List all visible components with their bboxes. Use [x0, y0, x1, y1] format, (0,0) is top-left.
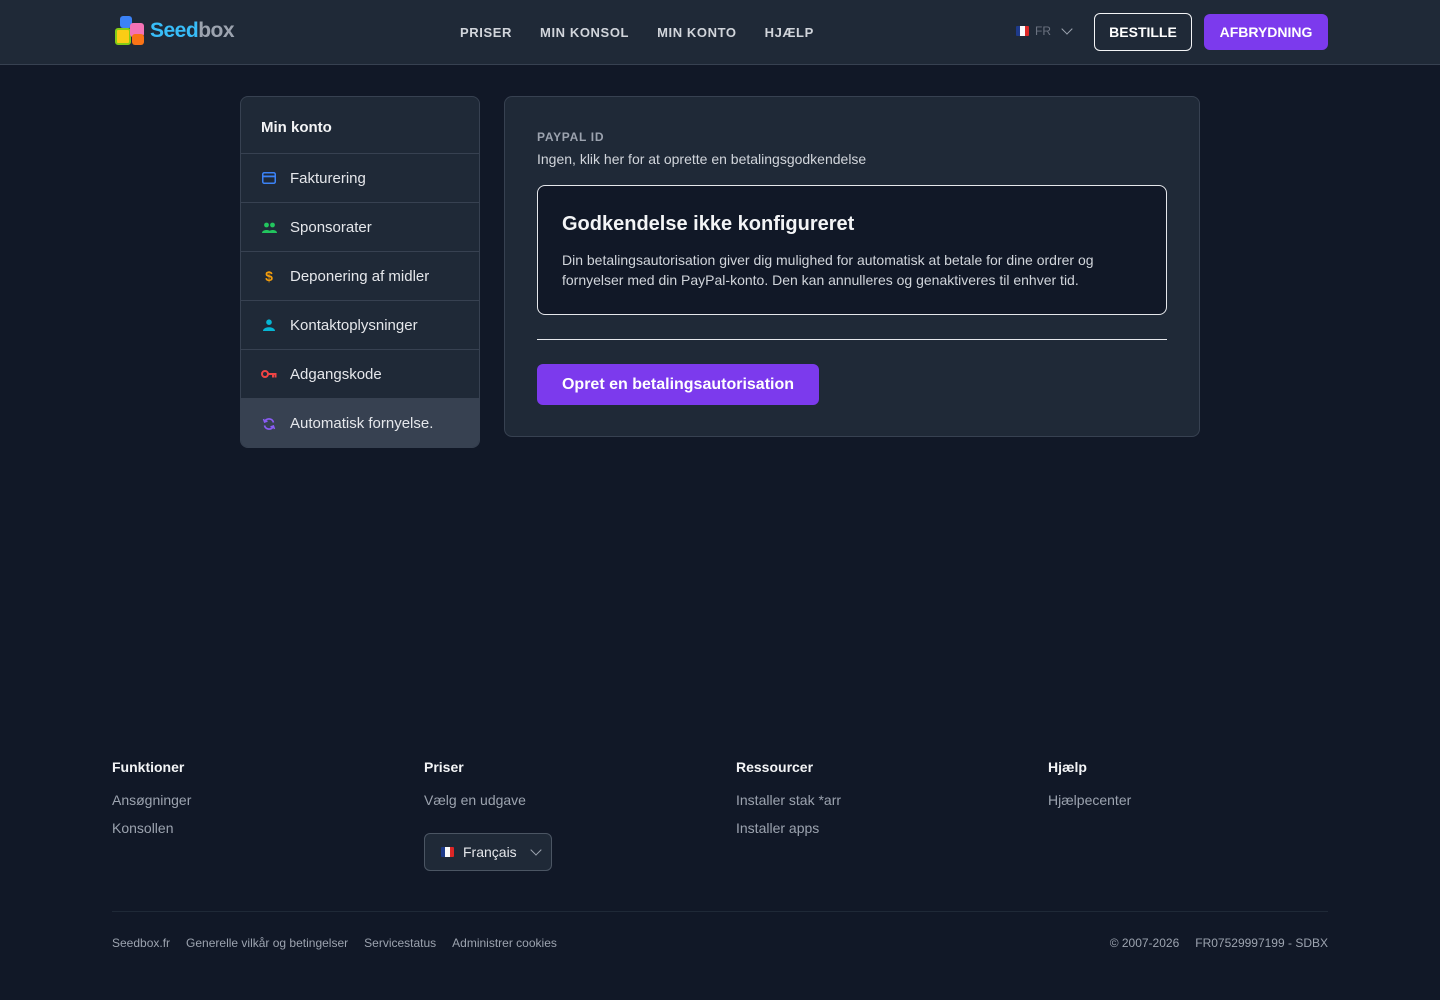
language-switcher[interactable]: FR [1016, 23, 1073, 38]
sidebar-item-label: Deponering af midler [290, 267, 430, 285]
notice-text: Din betalingsautorisation giver dig muli… [562, 252, 1094, 288]
footer-column-help: Hjælp Hjælpecenter [1048, 759, 1131, 819]
seedbox-logo[interactable]: Seedbox [112, 14, 247, 48]
refresh-icon [261, 416, 277, 432]
footer-column-title: Hjælp [1048, 759, 1087, 775]
footer-column-title: Priser [424, 759, 464, 775]
paypal-id-label: PAYPAL ID [537, 130, 605, 144]
nav-link-priser[interactable]: PRISER [460, 25, 512, 40]
french-flag-icon [1016, 26, 1029, 36]
sidebar-item-sponsorships[interactable]: Sponsorater [241, 203, 479, 252]
footer-link-install-apps[interactable]: Installer apps [736, 819, 841, 837]
footer-link-service-status[interactable]: Servicestatus [364, 936, 436, 950]
footer-link-terms[interactable]: Generelle vilkår og betingelser [186, 936, 348, 950]
company-id-text: FR07529997199 - SDBX [1195, 936, 1328, 950]
footer-column-features: Funktioner Ansøgninger Konsollen [112, 759, 191, 847]
sidebar-item-contact[interactable]: Kontaktoplysninger [241, 301, 479, 350]
copyright-text: © 2007-2026 [1109, 936, 1180, 950]
footer-language-select[interactable]: Français [424, 833, 552, 871]
footer-legal: © 2007-2026 FR07529997199 - SDBX [1110, 936, 1328, 950]
footer-link-choose-edition[interactable]: Vælg en udgave [424, 791, 526, 809]
footer-link-applications[interactable]: Ansøgninger [112, 791, 191, 809]
sidebar-item-label: Fakturering [290, 169, 366, 187]
logout-button[interactable]: AFBRYDNING [1204, 14, 1328, 50]
sidebar-title: Min konto [241, 97, 479, 154]
french-flag-icon [441, 847, 454, 857]
top-header: Seedbox PRISER MIN KONSOL MIN KONTO HJÆL… [0, 0, 1440, 65]
footer-link-help-center[interactable]: Hjælpecenter [1048, 791, 1131, 809]
divider [537, 339, 1167, 340]
credit-card-icon [261, 170, 277, 186]
dollar-icon: $ [265, 268, 273, 284]
footer-column-pricing: Priser Vælg en udgave [424, 759, 526, 819]
auto-renewal-panel: PAYPAL ID Ingen, klik her for at oprette… [504, 96, 1200, 437]
sidebar-item-password[interactable]: Adgangskode [241, 350, 479, 399]
key-icon [261, 366, 277, 382]
logo-cubes-icon [112, 14, 148, 48]
main-nav: PRISER MIN KONSOL MIN KONTO HJÆLP [460, 0, 814, 64]
footer-link-console[interactable]: Konsollen [112, 819, 191, 837]
footer-link-seedbox-fr[interactable]: Seedbox.fr [112, 936, 170, 950]
chevron-down-icon [1061, 23, 1073, 35]
footer-column-title: Ressourcer [736, 759, 814, 775]
chevron-down-icon [530, 844, 542, 856]
language-code: FR [1035, 24, 1051, 38]
footer-column-title: Funktioner [112, 759, 185, 775]
nav-link-hjaelp[interactable]: HJÆLP [765, 25, 814, 40]
footer-link-manage-cookies[interactable]: Administrer cookies [452, 936, 557, 950]
sidebar-item-billing[interactable]: Fakturering [241, 154, 479, 203]
user-icon [261, 317, 277, 333]
nav-link-min-konsol[interactable]: MIN KONSOL [540, 25, 629, 40]
authorization-notice: Godkendelse ikke konfigureret Din betali… [537, 185, 1167, 315]
sidebar-item-label: Sponsorater [290, 218, 372, 236]
account-sidebar: Min konto Fakturering Sponsorater $ Depo… [240, 96, 480, 448]
language-select-value: Français [463, 844, 517, 860]
notice-title: Godkendelse ikke konfigureret [562, 213, 855, 235]
footer-divider [112, 911, 1328, 912]
create-authorization-button[interactable]: Opret en betalingsautorisation [537, 364, 819, 405]
sidebar-item-label: Automatisk fornyelse. [290, 415, 434, 432]
order-button[interactable]: BESTILLE [1094, 13, 1192, 51]
paypal-id-link[interactable]: Ingen, klik her for at oprette en betali… [537, 151, 866, 167]
sidebar-item-auto-renewal[interactable]: Automatisk fornyelse. [241, 399, 479, 447]
logo-text: Seedbox [150, 19, 235, 42]
sidebar-item-deposit[interactable]: $ Deponering af midler [241, 252, 479, 301]
footer-column-resources: Ressourcer Installer stak *arr Installer… [736, 759, 841, 847]
sidebar-item-label: Adgangskode [290, 365, 382, 383]
footer-bottom-links: Seedbox.fr Generelle vilkår og betingels… [112, 936, 557, 950]
sidebar-item-label: Kontaktoplysninger [290, 316, 418, 334]
nav-link-min-konto[interactable]: MIN KONTO [657, 25, 737, 40]
users-icon [261, 219, 277, 235]
footer-link-install-arr-stack[interactable]: Installer stak *arr [736, 791, 841, 809]
